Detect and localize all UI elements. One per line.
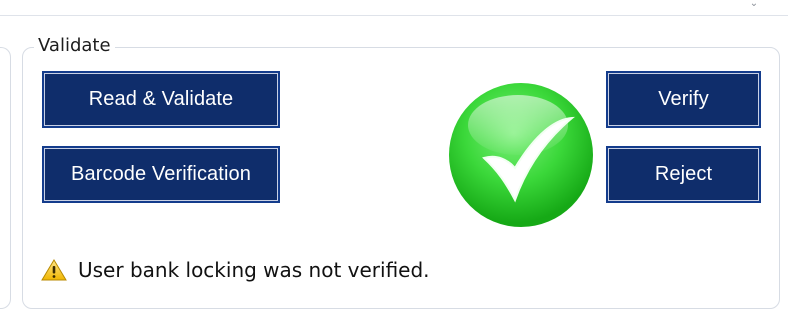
warning-icon	[40, 258, 68, 282]
reject-button[interactable]: Reject	[606, 146, 761, 203]
warning-text: User bank locking was not verified.	[78, 258, 430, 282]
validate-group-title: Validate	[34, 34, 115, 58]
top-divider	[0, 15, 788, 16]
verify-button[interactable]: Verify	[606, 71, 761, 128]
warning-message-row: User bank locking was not verified.	[40, 256, 430, 284]
success-check-icon	[446, 80, 596, 230]
top-strip	[0, 0, 788, 16]
barcode-verification-button[interactable]: Barcode Verification	[42, 146, 280, 203]
read-validate-button[interactable]: Read & Validate	[42, 71, 280, 128]
chevron-down-icon: ⌄	[749, 0, 759, 9]
left-panel-stub	[0, 47, 11, 309]
